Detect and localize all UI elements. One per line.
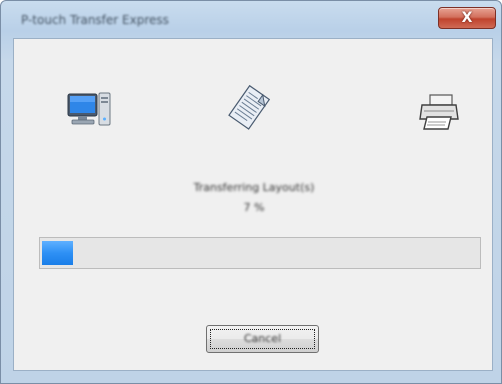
transfer-status-text: Transferring Layout(s) — [193, 181, 315, 194]
transfer-percent-text: 7 % — [243, 201, 265, 214]
window-title: P-touch Transfer Express — [21, 13, 169, 27]
cancel-button-label: Cancel — [243, 332, 282, 345]
cancel-button[interactable]: Cancel — [206, 325, 319, 353]
dialog-content: Transferring Layout(s) 7 % Cancel — [13, 38, 493, 371]
transfer-progress-bar — [39, 237, 481, 269]
progress-bar-fill — [42, 241, 73, 265]
document-icon — [226, 83, 271, 135]
close-button[interactable]: X — [438, 7, 496, 29]
computer-icon — [67, 91, 113, 131]
title-bar[interactable]: P-touch Transfer Express X — [1, 1, 501, 37]
printer-icon — [418, 93, 460, 131]
close-icon: X — [461, 10, 473, 26]
transfer-dialog-window: P-touch Transfer Express X Transferring … — [0, 0, 502, 384]
